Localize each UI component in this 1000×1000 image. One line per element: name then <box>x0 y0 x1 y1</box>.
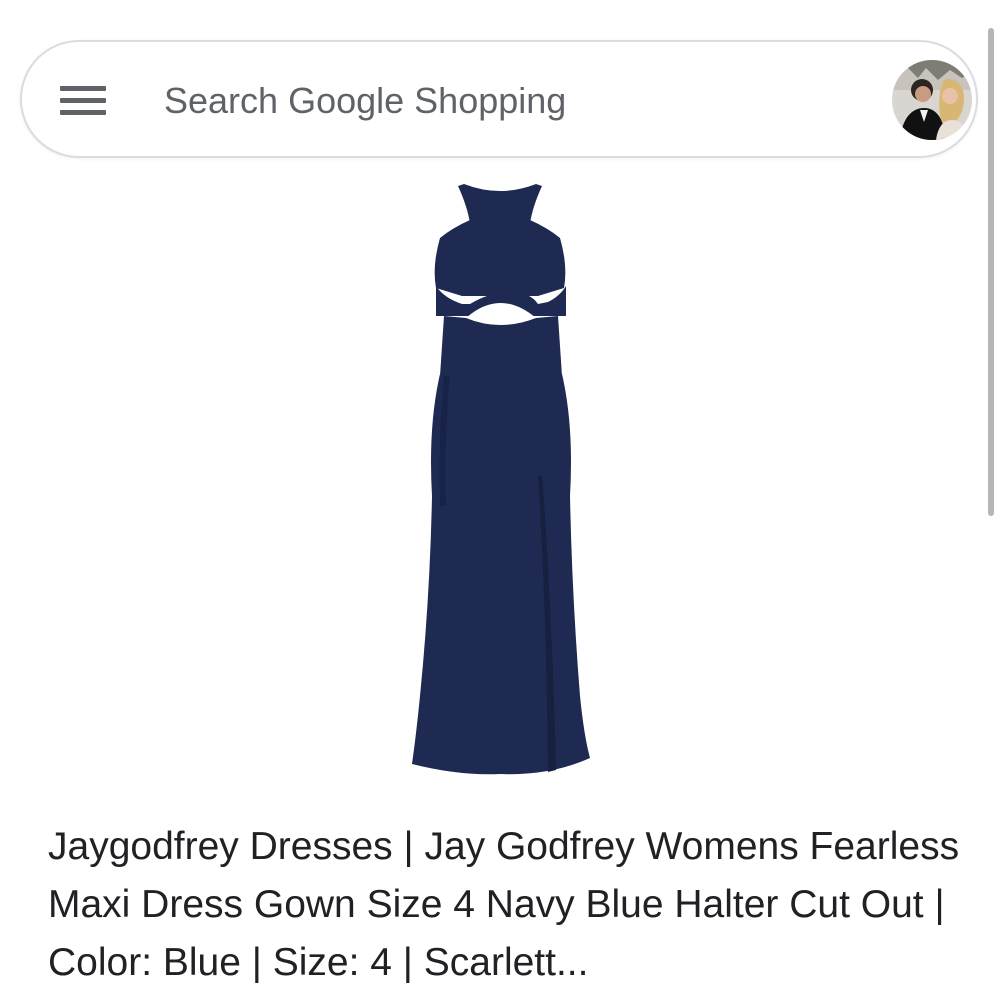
dress-illustration <box>412 184 590 775</box>
profile-avatar[interactable] <box>892 60 972 140</box>
avatar-image <box>892 60 972 140</box>
search-input[interactable]: Search Google Shopping <box>164 80 566 122</box>
search-bar[interactable]: Search Google Shopping <box>20 40 978 158</box>
menu-button[interactable] <box>60 82 108 118</box>
shopping-page: Search Google Shopping Jaygodfrey Dresse… <box>0 0 1000 1000</box>
scrollbar[interactable] <box>988 28 994 516</box>
product-image[interactable] <box>380 176 620 786</box>
product-title[interactable]: Jaygodfrey Dresses | Jay Godfrey Womens … <box>48 818 968 992</box>
